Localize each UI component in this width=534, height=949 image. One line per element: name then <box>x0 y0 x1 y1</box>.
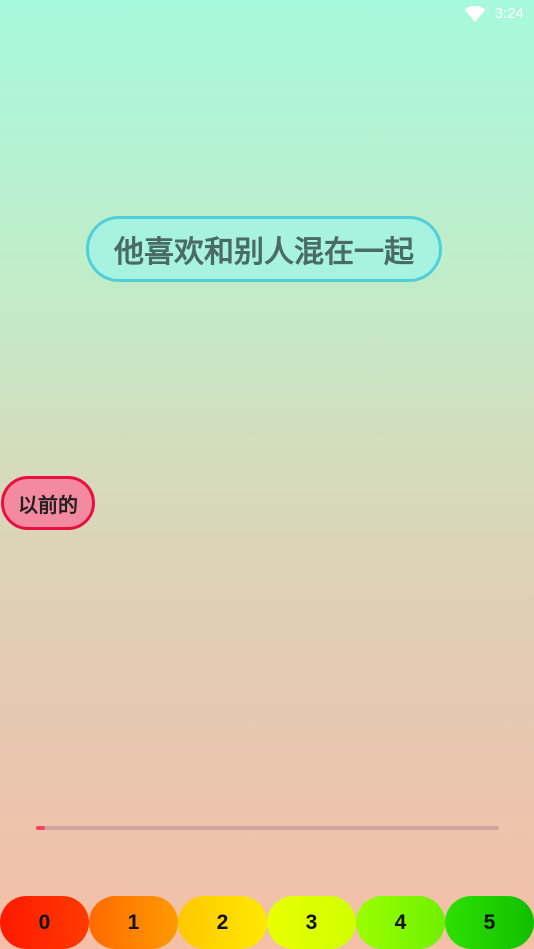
status-bar: 3:24 <box>0 0 534 28</box>
progress-fill <box>36 826 46 830</box>
rating-button-2[interactable]: 2 <box>178 896 267 949</box>
phrase-text: 他喜欢和别人混在一起 <box>114 235 414 270</box>
status-time: 3:24 <box>494 5 524 22</box>
rating-button-4[interactable]: 4 <box>356 896 445 949</box>
rating-button-label: 5 <box>483 910 496 934</box>
rating-bar: 0 1 2 3 4 5 <box>0 896 534 949</box>
rating-button-label: 2 <box>216 910 229 934</box>
rating-button-label: 4 <box>394 910 407 934</box>
wifi-icon <box>464 6 486 22</box>
rating-button-3[interactable]: 3 <box>267 896 356 949</box>
rating-button-0[interactable]: 0 <box>0 896 89 949</box>
previous-button[interactable]: 以前的 <box>1 476 95 530</box>
rating-button-1[interactable]: 1 <box>89 896 178 949</box>
previous-button-label: 以前的 <box>18 492 78 517</box>
rating-button-label: 1 <box>127 910 140 934</box>
rating-button-5[interactable]: 5 <box>445 896 534 949</box>
phrase-card: 他喜欢和别人混在一起 <box>86 216 442 282</box>
rating-button-label: 3 <box>305 910 318 934</box>
progress-bar <box>36 826 499 830</box>
rating-button-label: 0 <box>38 910 51 934</box>
